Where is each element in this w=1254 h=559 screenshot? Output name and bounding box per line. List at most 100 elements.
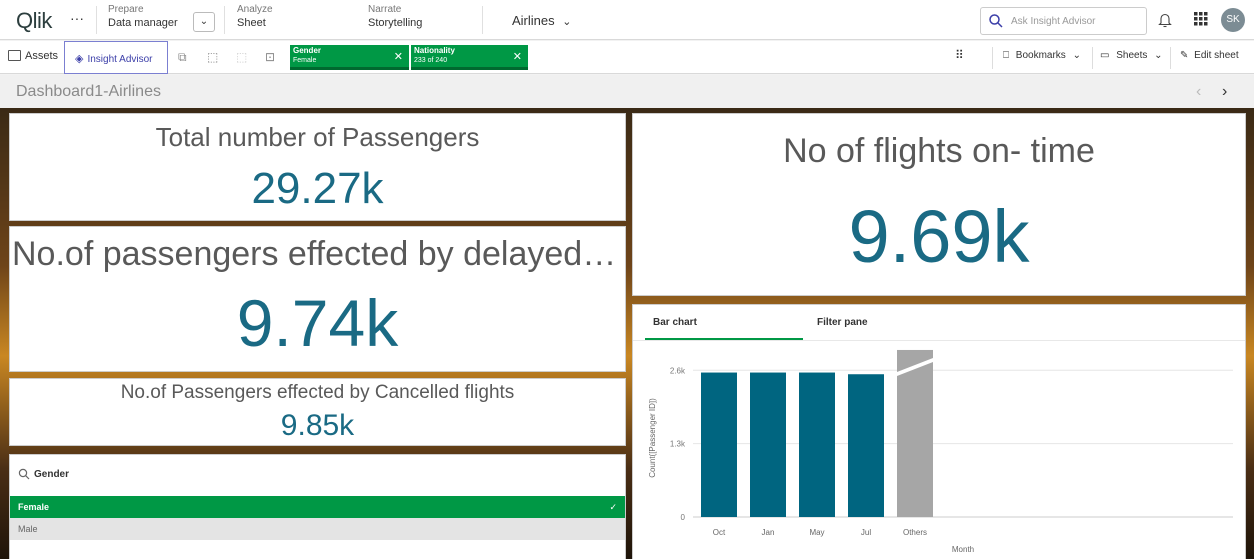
- nav-divider: [482, 6, 483, 34]
- chevron-down-icon: ⌄: [1154, 50, 1163, 61]
- bar-chart-container[interactable]: Bar chart Filter pane 0 1.3k 2.6k Oct Jan May…: [632, 304, 1246, 559]
- nav-analyze[interactable]: Analyze Sheet: [237, 4, 273, 36]
- sheet-toolbar: Assets ◈ Insight Advisor ⧉ ⬚ ⬚ ⊡ Gender F…: [0, 41, 1254, 74]
- step-forward-icon: ⬚: [236, 50, 248, 64]
- filter-field-label: Gender: [34, 469, 70, 480]
- more-menu-button[interactable]: ···: [70, 10, 84, 26]
- bookmark-icon: ⎕: [1003, 50, 1009, 61]
- y-tick-label: 0: [681, 513, 686, 522]
- x-tick-label: Others: [903, 528, 927, 537]
- assets-button[interactable]: Assets: [8, 50, 58, 62]
- nav-narrate[interactable]: Narrate Storytelling: [368, 4, 422, 36]
- sheet-title: Dashboard1-Airlines: [16, 83, 161, 100]
- pencil-icon: ✎: [1180, 50, 1189, 61]
- x-tick-label: Oct: [713, 528, 726, 537]
- active-tab-indicator: [645, 338, 803, 340]
- qlik-logo[interactable]: Qlik: [16, 8, 52, 34]
- kpi-value: 29.27k: [251, 164, 384, 213]
- y-tick-label: 1.3k: [670, 440, 686, 449]
- bar-oct[interactable]: [701, 372, 737, 517]
- search-icon: [18, 468, 30, 480]
- nav-analyze-label: Sheet: [237, 17, 266, 29]
- x-tick-label: May: [809, 528, 824, 537]
- selection-chip-gender[interactable]: Gender Female ✕: [290, 45, 409, 70]
- x-tick-label: Jan: [762, 528, 775, 537]
- kpi-cancelled-passengers[interactable]: No.of Passengers effected by Cancelled f…: [9, 378, 626, 446]
- insight-advisor-button[interactable]: ◈ Insight Advisor: [64, 41, 168, 74]
- nav-prepare-label: Data manager: [108, 17, 178, 29]
- insight-advisor-search[interactable]: Ask Insight Advisor: [980, 7, 1147, 35]
- bar-jan[interactable]: [750, 372, 786, 517]
- layout-grid-icon[interactable]: ⠿: [955, 48, 964, 62]
- nav-narrate-label: Storytelling: [368, 17, 423, 29]
- nav-analyze-caption: Analyze: [237, 4, 273, 15]
- panel-icon: [8, 50, 21, 61]
- bar-jul[interactable]: [848, 374, 884, 517]
- filter-value-female[interactable]: Female ✓: [10, 496, 625, 518]
- selection-chip-nationality[interactable]: Nationality 233 of 240 ✕: [411, 45, 528, 70]
- bar-may[interactable]: [799, 372, 835, 517]
- filter-value-label: Male: [18, 524, 38, 534]
- user-avatar[interactable]: SK: [1221, 8, 1245, 32]
- kpi-value: 9.74k: [236, 286, 399, 360]
- edit-sheet-label: Edit sheet: [1194, 50, 1239, 61]
- selection-field: Gender: [293, 46, 322, 55]
- edit-sheet-button[interactable]: ✎ Edit sheet: [1180, 50, 1239, 61]
- tab-bar-chart[interactable]: Bar chart: [653, 317, 697, 328]
- toolbar-divider: [1092, 47, 1093, 69]
- bar-chart[interactable]: 0 1.3k 2.6k Oct Jan May Jul Others Month Count([P…: [633, 343, 1245, 558]
- notification-bell-icon[interactable]: [1158, 12, 1172, 28]
- sheets-label: Sheets: [1116, 50, 1148, 61]
- kpi-value: 9.69k: [848, 195, 1030, 278]
- tab-filter-pane[interactable]: Filter pane: [817, 317, 868, 328]
- selection-value: 233 of 240: [414, 57, 448, 64]
- kpi-title: Total number of Passengers: [155, 122, 480, 152]
- nav-prepare[interactable]: Prepare Data manager: [108, 4, 178, 36]
- step-back-icon[interactable]: ⬚: [207, 50, 218, 64]
- y-axis-title: Count([Passenger ID]): [648, 398, 657, 478]
- insight-advisor-icon: ◈: [75, 53, 84, 65]
- sheets-button[interactable]: ▭ Sheets ⌄: [1100, 50, 1163, 61]
- kpi-total-passengers[interactable]: Total number of Passengers 29.27k: [9, 113, 626, 221]
- apps-grid-icon[interactable]: [1194, 12, 1208, 26]
- kpi-flights-on-time[interactable]: No of flights on- time 9.69k: [632, 113, 1246, 296]
- chevron-down-icon: ⌄: [1072, 50, 1081, 61]
- search-icon: [989, 14, 1003, 28]
- nav-narrate-caption: Narrate: [368, 4, 402, 15]
- sheets-icon: ▭: [1100, 50, 1110, 61]
- search-placeholder: Ask Insight Advisor: [1011, 16, 1096, 27]
- selection-value: Female: [293, 57, 317, 64]
- chevron-down-icon: ⌄: [562, 16, 572, 28]
- gender-filter-pane[interactable]: Gender Female ✓ Male: [9, 454, 626, 559]
- filter-value-label: Female: [18, 502, 50, 512]
- prepare-dropdown-button[interactable]: ⌄: [193, 12, 215, 32]
- filter-pane-header[interactable]: Gender: [10, 455, 625, 495]
- previous-sheet-icon[interactable]: ‹: [1196, 83, 1201, 101]
- bar-others[interactable]: [897, 349, 933, 517]
- assets-label: Assets: [25, 50, 59, 62]
- nav-divider: [224, 6, 225, 34]
- sheet-canvas: Total number of Passengers 29.27k No.of …: [0, 108, 1254, 559]
- smart-search-icon[interactable]: ⧉: [178, 50, 187, 65]
- close-icon[interactable]: ✕: [394, 50, 403, 63]
- selection-field: Nationality: [414, 46, 455, 55]
- next-sheet-icon[interactable]: ›: [1222, 83, 1227, 101]
- filter-value-male[interactable]: Male: [10, 518, 625, 540]
- close-icon[interactable]: ✕: [513, 50, 522, 63]
- insight-advisor-label: Insight Advisor: [87, 54, 153, 65]
- chevron-down-icon: ⌄: [199, 16, 209, 27]
- kpi-title: No.of passengers effected by delayed fli…: [12, 235, 625, 273]
- kpi-delayed-passengers[interactable]: No.of passengers effected by delayed fli…: [9, 226, 626, 372]
- y-tick-label: 2.6k: [670, 366, 686, 375]
- top-navigation-bar: Qlik ··· Prepare Data manager ⌄ Analyze …: [0, 0, 1254, 40]
- kpi-title: No.of Passengers effected by Cancelled f…: [120, 382, 515, 403]
- container-tabs: Bar chart Filter pane: [633, 305, 1245, 341]
- sheet-header: Dashboard1-Airlines ‹ ›: [0, 75, 1254, 108]
- kpi-value: 9.85k: [280, 409, 355, 442]
- app-selector[interactable]: Airlines ⌄: [512, 13, 571, 28]
- bookmarks-label: Bookmarks: [1015, 50, 1066, 61]
- check-icon: ✓: [609, 502, 617, 512]
- bookmarks-button[interactable]: ⎕ Bookmarks ⌄: [1003, 50, 1081, 61]
- clear-selections-icon[interactable]: ⊡: [265, 50, 275, 64]
- toolbar-divider: [992, 47, 993, 69]
